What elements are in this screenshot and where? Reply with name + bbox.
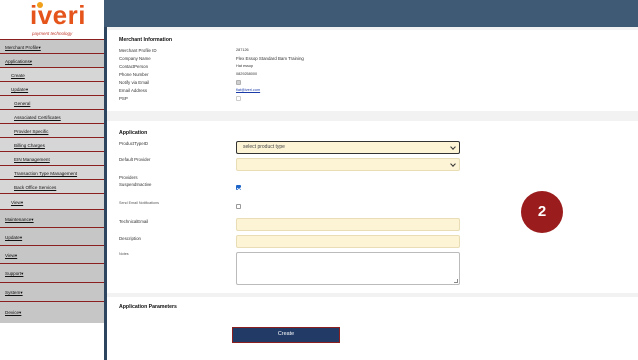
phone-number-value: 0829258000 (236, 72, 258, 76)
sidebar-item-label: Billing Charges (14, 143, 45, 148)
sidebar-item-view-2[interactable]: View▾ (0, 245, 104, 263)
sidebar-item-label: Applications▾ (5, 59, 33, 64)
sidebar-item-provider-specific[interactable]: Provider Specific (0, 123, 104, 137)
content-top-band (107, 27, 638, 30)
section-separator-band-2 (107, 293, 638, 297)
sidebar-item-label: Support▾ (5, 271, 24, 276)
logo-dot-icon (37, 2, 43, 8)
psp-checkbox (236, 96, 241, 101)
create-button[interactable]: Create (232, 327, 340, 343)
sidebar-item-maintenance[interactable]: Maintenance▾ (0, 209, 104, 227)
default-provider-label: Default Provider (119, 157, 151, 162)
sidebar-item-back-office-services[interactable]: Back Office Services (0, 179, 104, 193)
contact-person-label: ContactPerson (119, 64, 149, 69)
top-bar (104, 0, 638, 27)
sidebar-item-label: General (14, 101, 31, 106)
technical-email-input[interactable] (236, 218, 460, 231)
sidebar-item-transaction-type-management[interactable]: Transaction Type Management (0, 165, 104, 179)
sidebar-item-label: Provider Specific (14, 129, 49, 134)
notify-via-email-label: Notify via Email (119, 80, 150, 85)
phone-number-label: Phone Number (119, 72, 149, 77)
sidebar-item-create[interactable]: Create (0, 67, 104, 81)
email-address-link[interactable]: flat@iveri.com (236, 88, 260, 92)
sidebar-item-label: Maintenance▾ (5, 217, 34, 222)
logo-tagline: payment technology (32, 31, 73, 36)
sidebar-item-view[interactable]: View▾ (0, 193, 104, 209)
email-address-label: Email Address (119, 88, 148, 93)
suspend-inactive-label: SuspendInactive (119, 182, 152, 187)
providers-label: Providers (119, 175, 138, 180)
sidebar-item-general[interactable]: General (0, 95, 104, 109)
technical-email-label: TechnicalEmail (119, 219, 149, 224)
sidebar-item-support[interactable]: Support▾ (0, 263, 104, 282)
company-name-label: Company Name (119, 56, 151, 61)
iveri-logo[interactable]: iveri payment technology (0, 0, 104, 39)
notify-via-email-checkbox (236, 80, 241, 85)
sidebar-item-label: View▾ (11, 200, 24, 205)
sidebar-item-update-2[interactable]: Update▾ (0, 227, 104, 245)
chevron-down-icon (450, 144, 456, 150)
merchant-information-title: Merchant Information (119, 37, 173, 43)
step-number-badge: 2 (521, 191, 563, 233)
company-name-value: Flex Essop Standard Bam Training (236, 56, 304, 61)
sidebar-item-system[interactable]: System▾ (0, 282, 104, 301)
sidebar-item-label: Transaction Type Management (14, 171, 78, 176)
sidebar-item-label: EIN Management (14, 157, 50, 162)
sidebar-item-billing-charges[interactable]: Billing Charges (0, 137, 104, 151)
sidebar-item-associated-certificates[interactable]: Associated Certificates (0, 109, 104, 123)
sidebar-item-label: Device▾ (5, 310, 22, 315)
sidebar-nav: Merchant Profile▾ Applications▾ Create U… (0, 39, 104, 323)
page: iveri payment technology Merchant Profil… (0, 0, 638, 360)
merchant-profile-id-label: Merchant Profile ID (119, 48, 157, 53)
sidebar-item-label: Merchant Profile▾ (5, 45, 41, 50)
sidebar-item-label: Associated Certificates (14, 115, 61, 120)
sidebar-item-device[interactable]: Device▾ (0, 301, 104, 323)
sidebar-item-merchant-profile[interactable]: Merchant Profile▾ (0, 39, 104, 53)
application-title: Application (119, 130, 148, 136)
merchant-profile-id-value: 287126 (236, 48, 249, 52)
description-input[interactable] (236, 235, 460, 248)
sidebar-item-label: Create (11, 73, 25, 78)
application-parameters-title: Application Parameters (119, 304, 177, 310)
product-type-selected-value: select product type (243, 144, 285, 150)
main-content: Merchant Information Merchant Profile ID… (107, 27, 638, 360)
sidebar-item-label: System▾ (5, 290, 23, 295)
product-type-select[interactable]: select product type (236, 141, 460, 154)
sidebar-footer (0, 323, 104, 360)
default-provider-select[interactable] (236, 158, 460, 171)
suspend-inactive-checkbox[interactable] (236, 185, 241, 190)
notes-label: Notes (119, 252, 129, 256)
section-separator-band (107, 111, 638, 121)
chevron-down-icon (450, 161, 456, 167)
send-email-notifications-label: Send Email Notifications (119, 201, 159, 205)
sidebar: iveri payment technology Merchant Profil… (0, 0, 104, 360)
sidebar-item-label: Update▾ (11, 87, 29, 92)
contact-person-value: Hat essop (236, 64, 254, 68)
send-email-notifications-checkbox[interactable] (236, 204, 241, 209)
resize-grip-icon[interactable] (454, 279, 458, 283)
sidebar-item-label: View▾ (5, 253, 18, 258)
sidebar-item-label: Back Office Services (14, 185, 57, 190)
sidebar-item-update[interactable]: Update▾ (0, 81, 104, 95)
product-type-label: ProductTypeID (119, 141, 149, 146)
psp-label: PSP (119, 96, 128, 101)
description-label: Description (119, 236, 141, 241)
notes-textarea[interactable] (236, 252, 460, 285)
sidebar-item-applications[interactable]: Applications▾ (0, 53, 104, 67)
sidebar-item-ein-management[interactable]: EIN Management (0, 151, 104, 165)
sidebar-item-label: Update▾ (5, 235, 23, 240)
